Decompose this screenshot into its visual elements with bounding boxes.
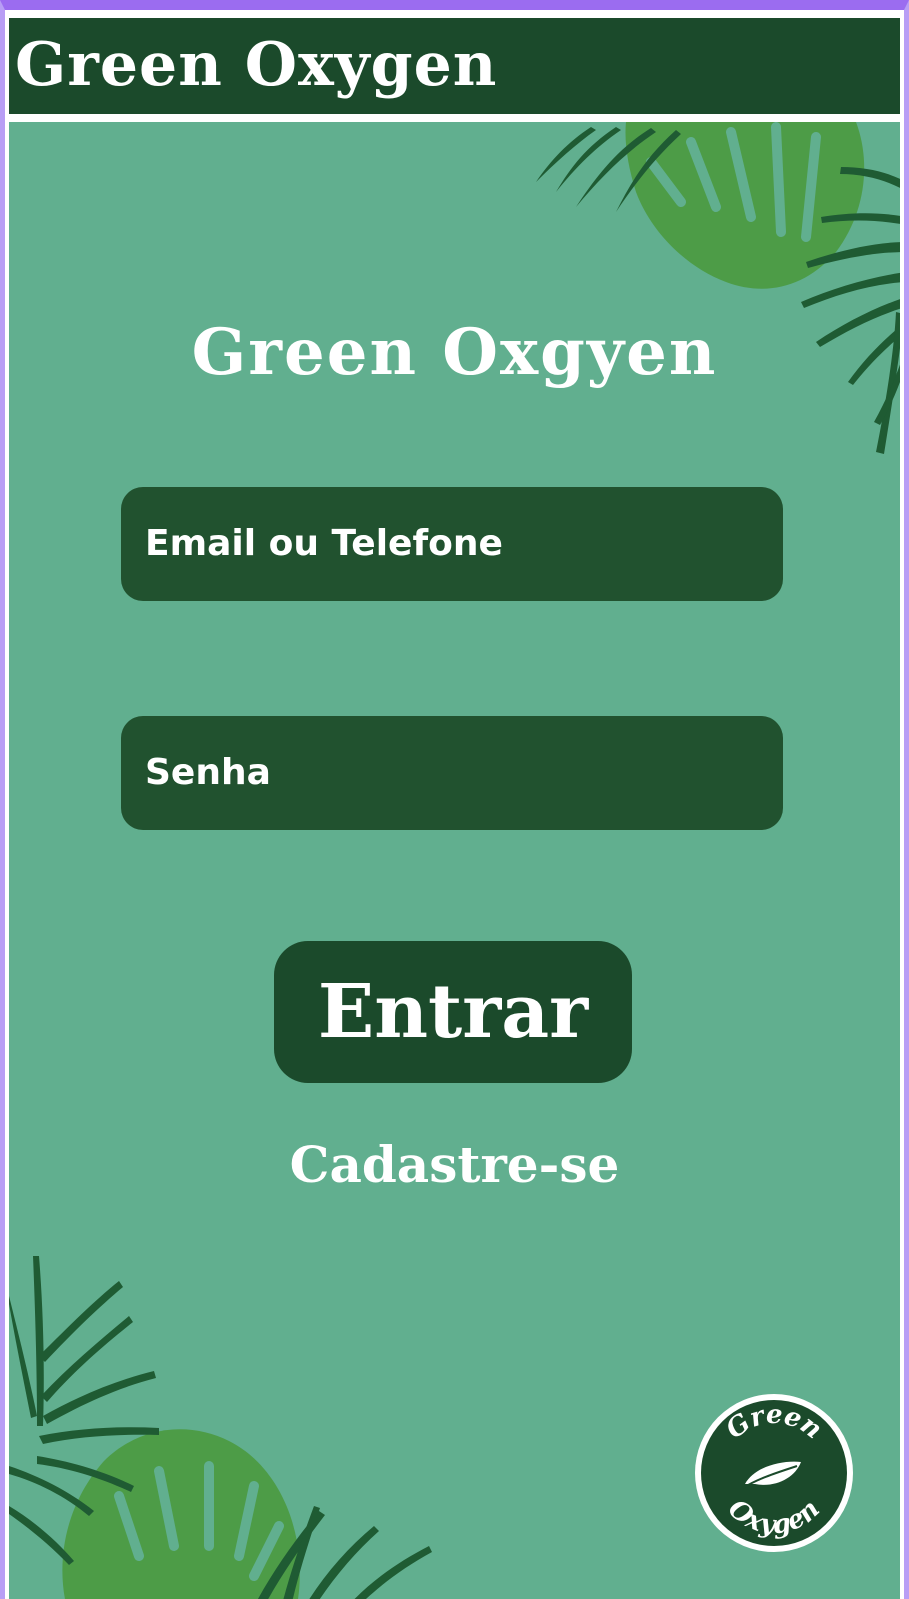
email-phone-placeholder: Email ou Telefone [145,523,503,564]
green-oxygen-logo: Green Oxygen [695,1394,853,1552]
login-button[interactable]: Entrar [274,941,632,1083]
palm-leaves-bottom-left [9,1256,432,1599]
login-screen: Green Oxgyen Email ou Telefone Senha Ent… [9,122,900,1599]
email-phone-input[interactable]: Email ou Telefone [121,487,783,601]
palm-leaves-top-right [536,122,900,454]
password-input[interactable]: Senha [121,716,783,830]
password-placeholder: Senha [145,752,271,793]
monstera-leaf-bottom [62,1429,300,1599]
brand-title: Green Oxgyen [191,314,718,390]
device-frame: Green Oxygen Green Oxgyen Email ou Telef… [0,0,909,1599]
signup-link[interactable]: Cadastre-se [9,1135,900,1194]
app-title: Green Oxygen [15,30,498,100]
app-header: Green Oxygen [9,18,900,114]
login-button-label: Entrar [317,969,589,1055]
